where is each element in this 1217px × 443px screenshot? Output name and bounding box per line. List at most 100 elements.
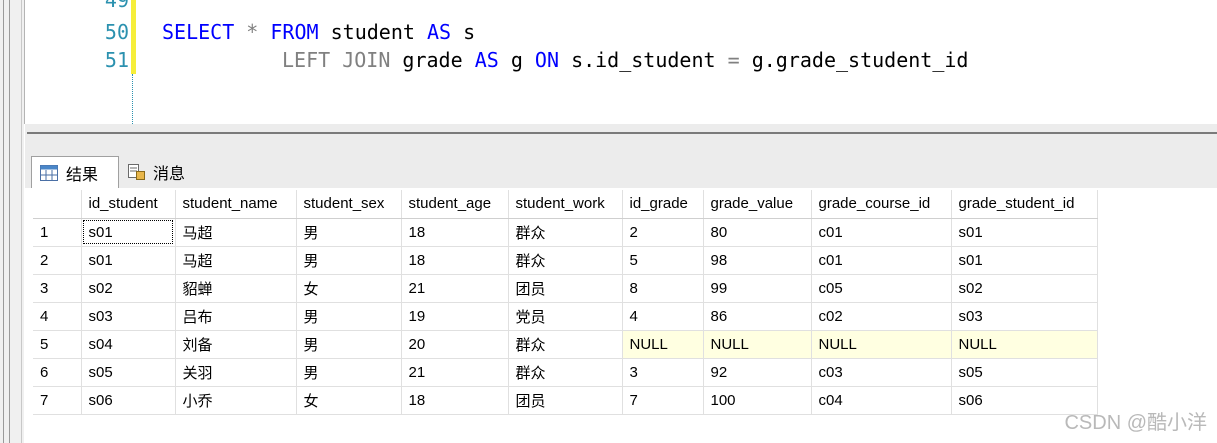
pane-splitter[interactable] <box>25 124 1217 154</box>
table-cell[interactable]: c02 <box>811 302 952 331</box>
row-number[interactable]: 6 <box>33 358 82 387</box>
table-cell[interactable]: 男 <box>296 358 402 387</box>
table-cell[interactable]: 92 <box>703 358 812 387</box>
table-cell[interactable]: 男 <box>296 330 402 359</box>
row-number-header[interactable] <box>33 190 82 219</box>
table-cell[interactable]: 女 <box>296 386 402 415</box>
keyword: AS <box>474 48 499 72</box>
column-header[interactable]: student_name <box>175 190 297 219</box>
table-cell[interactable]: s03 <box>951 302 1098 331</box>
table-cell[interactable]: NULL <box>622 330 704 359</box>
table-cell[interactable]: 女 <box>296 274 402 303</box>
table-cell[interactable]: 群众 <box>508 358 623 387</box>
table-cell[interactable]: 5 <box>622 246 704 275</box>
identifier: s.id_student <box>571 48 716 72</box>
identifier: s <box>463 20 476 44</box>
column-header[interactable]: student_work <box>508 190 623 219</box>
identifier: g <box>510 48 523 72</box>
column-header[interactable]: id_grade <box>622 190 704 219</box>
table-cell[interactable]: 18 <box>401 386 509 415</box>
column-header[interactable]: grade_course_id <box>811 190 952 219</box>
table-row[interactable]: 3 s02 貂蝉女 21 团员 8 99 c05 s02 <box>33 274 1098 303</box>
table-cell[interactable]: s05 <box>951 358 1098 387</box>
table-cell[interactable]: 20 <box>401 330 509 359</box>
table-cell[interactable]: 3 <box>622 358 704 387</box>
table-cell[interactable]: s01 <box>81 218 176 247</box>
row-number[interactable]: 4 <box>33 302 82 331</box>
table-cell[interactable]: NULL <box>811 330 952 359</box>
table-row[interactable]: 1 s01 马超男 18 群众 2 80 c01 s01 <box>33 218 1098 247</box>
table-cell[interactable]: 2 <box>622 218 704 247</box>
row-number[interactable]: 2 <box>33 246 82 275</box>
identifier: grade <box>402 48 463 72</box>
table-cell[interactable]: 团员 <box>508 274 623 303</box>
table-cell[interactable]: 关羽 <box>175 358 297 387</box>
table-cell[interactable]: 群众 <box>508 330 623 359</box>
table-cell[interactable]: 小乔 <box>175 386 297 415</box>
table-cell[interactable]: 98 <box>703 246 812 275</box>
keyword: SELECT <box>162 20 235 44</box>
column-header[interactable]: id_student <box>81 190 176 219</box>
table-cell[interactable]: 100 <box>703 386 812 415</box>
table-cell[interactable]: 男 <box>296 218 402 247</box>
table-cell[interactable]: c03 <box>811 358 952 387</box>
table-cell[interactable]: 8 <box>622 274 704 303</box>
table-cell[interactable]: s04 <box>81 330 176 359</box>
table-cell[interactable]: 4 <box>622 302 704 331</box>
column-header[interactable]: student_age <box>401 190 509 219</box>
table-cell[interactable]: c05 <box>811 274 952 303</box>
identifier: student <box>330 20 415 44</box>
table-cell[interactable]: 马超 <box>175 218 297 247</box>
line-number-gutter: 49 50 51 <box>25 0 133 124</box>
table-cell[interactable]: 18 <box>401 218 509 247</box>
table-cell[interactable]: 党员 <box>508 302 623 331</box>
table-cell[interactable]: c04 <box>811 386 952 415</box>
table-cell[interactable]: NULL <box>951 330 1098 359</box>
table-cell[interactable]: s02 <box>951 274 1098 303</box>
table-cell[interactable]: 马超 <box>175 246 297 275</box>
table-cell[interactable]: 貂蝉 <box>175 274 297 303</box>
row-number[interactable]: 5 <box>33 330 82 359</box>
table-cell[interactable]: 99 <box>703 274 812 303</box>
table-cell[interactable]: 21 <box>401 358 509 387</box>
table-cell[interactable]: 19 <box>401 302 509 331</box>
table-cell[interactable]: s01 <box>81 246 176 275</box>
table-cell[interactable]: s06 <box>81 386 176 415</box>
table-cell[interactable]: s05 <box>81 358 176 387</box>
table-cell[interactable]: 刘备 <box>175 330 297 359</box>
tab-results[interactable]: 结果 <box>31 156 119 189</box>
watermark: CSDN @酷小洋 <box>1064 412 1207 434</box>
table-cell[interactable]: 团员 <box>508 386 623 415</box>
column-header[interactable]: student_sex <box>296 190 402 219</box>
query-editor[interactable]: 49 50 51 SELECT * FROM student AS s LEFT… <box>24 0 1217 124</box>
table-cell[interactable]: 男 <box>296 246 402 275</box>
table-cell[interactable]: NULL <box>703 330 812 359</box>
table-cell[interactable]: 群众 <box>508 218 623 247</box>
table-cell[interactable]: 吕布 <box>175 302 297 331</box>
table-cell[interactable]: 80 <box>703 218 812 247</box>
table-row[interactable]: 7 s06 小乔女 18 团员 7 100 c04 s06 <box>33 386 1098 415</box>
table-cell[interactable]: 18 <box>401 246 509 275</box>
table-cell[interactable]: c01 <box>811 246 952 275</box>
table-cell[interactable]: 7 <box>622 386 704 415</box>
header-row: id_student student_name student_sex stud… <box>33 190 1098 219</box>
table-cell[interactable]: 群众 <box>508 246 623 275</box>
table-cell[interactable]: 21 <box>401 274 509 303</box>
table-cell[interactable]: c01 <box>811 218 952 247</box>
column-header[interactable]: grade_student_id <box>951 190 1098 219</box>
row-number[interactable]: 7 <box>33 386 82 415</box>
table-cell[interactable]: s01 <box>951 246 1098 275</box>
tab-messages[interactable]: 消息 <box>119 156 209 187</box>
row-number[interactable]: 3 <box>33 274 82 303</box>
table-row[interactable]: 2 s01 马超男 18 群众 5 98 c01 s01 <box>33 246 1098 275</box>
table-row[interactable]: 6 s05 关羽男 21 群众 3 92 c03 s05 <box>33 358 1098 387</box>
table-cell[interactable]: 86 <box>703 302 812 331</box>
table-row[interactable]: 5 s04 刘备男 20 群众 NULL NULL NULL NULL <box>33 330 1098 359</box>
table-row[interactable]: 4 s03 吕布男 19 党员 4 86 c02 s03 <box>33 302 1098 331</box>
row-number[interactable]: 1 <box>33 218 82 247</box>
column-header[interactable]: grade_value <box>703 190 812 219</box>
table-cell[interactable]: s01 <box>951 218 1098 247</box>
table-cell[interactable]: s03 <box>81 302 176 331</box>
table-cell[interactable]: 男 <box>296 302 402 331</box>
table-cell[interactable]: s02 <box>81 274 176 303</box>
